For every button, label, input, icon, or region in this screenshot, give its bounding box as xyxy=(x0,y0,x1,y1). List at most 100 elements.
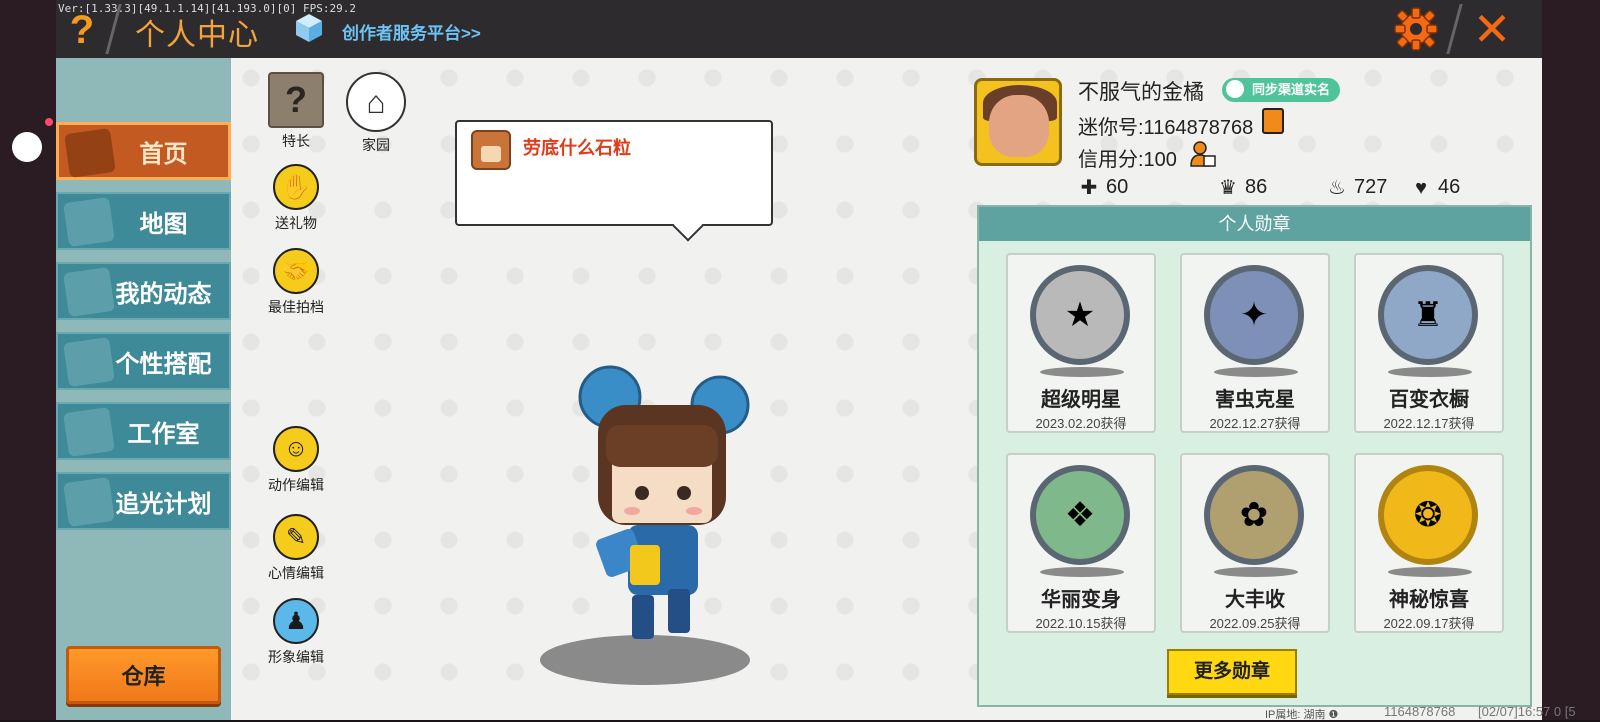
avatar-face xyxy=(989,95,1049,157)
credit-person-icon[interactable] xyxy=(1190,140,1216,168)
medal-panel: 个人勋章 ★ 超级明星 2023.02.20获得 ✦ 害虫克星 2022.12.… xyxy=(977,205,1532,707)
medal-name: 害虫克星 xyxy=(1215,389,1295,411)
sidebar-item-label: 追光计划 xyxy=(115,490,212,518)
image-edit-label: 形象编辑 xyxy=(268,649,324,665)
footer-user-id: 1164878768 xyxy=(1384,704,1456,719)
gift-icon: ✋ xyxy=(273,164,319,210)
sidebar-item-label: 工作室 xyxy=(127,420,200,448)
player-character[interactable] xyxy=(570,365,760,655)
medal-name: 华丽变身 xyxy=(1041,589,1121,611)
medal-date: 2023.02.20获得 xyxy=(1035,416,1127,431)
medal-date: 2022.09.17获得 xyxy=(1383,616,1475,631)
floating-assist-button[interactable] xyxy=(12,132,42,162)
close-icon[interactable]: ✕ xyxy=(1467,4,1517,54)
credit-score: 信用分:100 xyxy=(1078,149,1177,171)
harvest-medal-icon: ✿ xyxy=(1204,465,1304,565)
best-photo-button[interactable]: 🤝 最佳拍档 xyxy=(260,248,332,317)
sidebar-item-my-activity[interactable]: 我的动态 xyxy=(56,262,231,320)
profile-avatar[interactable] xyxy=(974,78,1062,166)
sidebar-item-map[interactable]: 地图 xyxy=(56,192,231,250)
action-edit-button[interactable]: ☺ 动作编辑 xyxy=(260,426,332,495)
medal-name: 大丰收 xyxy=(1225,589,1285,611)
question-icon: ? xyxy=(268,72,324,128)
mood-speech-bubble[interactable]: 劳底什么石粒 xyxy=(455,120,773,226)
sidebar-item-label: 个性搭配 xyxy=(115,350,212,378)
medal-pedestal xyxy=(1388,567,1472,577)
sidebar-item-light-plan[interactable]: 追光计划 xyxy=(56,472,231,530)
medal-name: 超级明星 xyxy=(1041,389,1121,411)
medal-card[interactable]: ♜ 百变衣橱 2022.12.17获得 xyxy=(1354,253,1504,433)
specialty-label: 特长 xyxy=(282,133,310,149)
stat-popularity: ♨ 727 xyxy=(1326,176,1387,199)
gear-icon[interactable] xyxy=(1393,6,1439,52)
nickname: 不服气的金橘 xyxy=(1078,81,1204,104)
sidebar: 首页 地图 我的动态 个性搭配 工作室 追光计划 仓库 xyxy=(56,58,231,720)
mystery-gift-medal-icon: ❂ xyxy=(1378,465,1478,565)
mood-edit-button[interactable]: ✎ 心情编辑 xyxy=(260,514,332,583)
send-gift-button[interactable]: ✋ 送礼物 xyxy=(264,164,328,233)
medal-card[interactable]: ✿ 大丰收 2022.09.25获得 xyxy=(1180,453,1330,633)
background-left-edge xyxy=(0,0,56,720)
transform-medal-icon: ❖ xyxy=(1030,465,1130,565)
medal-pedestal xyxy=(1388,367,1472,377)
stat-popularity-value: 727 xyxy=(1354,176,1388,198)
medal-date: 2022.09.25获得 xyxy=(1209,616,1301,631)
send-gift-label: 送礼物 xyxy=(275,215,317,231)
best-photo-label: 最佳拍档 xyxy=(268,299,324,315)
stat-friends: ✚ 60 xyxy=(1078,176,1129,199)
medal-card[interactable]: ❖ 华丽变身 2022.10.15获得 xyxy=(1006,453,1156,633)
warehouse-button[interactable]: 仓库 xyxy=(66,646,221,704)
mini-id: 迷你号:1164878768 xyxy=(1078,117,1254,139)
medal-pedestal xyxy=(1214,567,1298,577)
recording-indicator xyxy=(45,118,53,126)
sidebar-item-studio[interactable]: 工作室 xyxy=(56,402,231,460)
mood-text: 劳底什么石粒 xyxy=(523,138,631,158)
action-edit-label: 动作编辑 xyxy=(268,477,324,493)
fire-icon: ♨ xyxy=(1328,176,1346,199)
verify-badge[interactable]: 同步渠道实名 xyxy=(1222,78,1341,102)
home-icon: ⌂ xyxy=(346,72,406,132)
creator-platform-link[interactable]: 创作者服务平台>> xyxy=(342,19,481,44)
stat-fans: ♛ 86 xyxy=(1217,176,1267,199)
mood-avatar-icon xyxy=(471,130,511,170)
medal-name: 神秘惊喜 xyxy=(1389,589,1469,611)
specialty-button[interactable]: ? 特长 xyxy=(265,72,327,151)
stat-likes-value: 46 xyxy=(1438,176,1461,198)
footer-time: [02/07]16:57 0 [5 xyxy=(1478,704,1576,719)
medal-date: 2022.12.27获得 xyxy=(1209,416,1301,431)
sidebar-item-label: 我的动态 xyxy=(115,280,212,308)
heart-icon: ♥ xyxy=(1415,176,1427,199)
medal-date: 2022.10.15获得 xyxy=(1035,616,1127,631)
copy-icon[interactable] xyxy=(1262,108,1284,134)
sidebar-item-label: 地图 xyxy=(139,210,188,238)
more-medals-button[interactable]: 更多勋章 xyxy=(1167,649,1297,695)
fans-icon: ♛ xyxy=(1219,176,1237,199)
medal-card[interactable]: ★ 超级明星 2023.02.20获得 xyxy=(1006,253,1156,433)
medal-card[interactable]: ❂ 神秘惊喜 2022.09.17获得 xyxy=(1354,453,1504,633)
medal-date: 2022.12.17获得 xyxy=(1383,416,1475,431)
handshake-icon: 🤝 xyxy=(273,248,319,294)
creator-cube-icon[interactable] xyxy=(294,12,324,44)
homeland-button[interactable]: ⌂ 家园 xyxy=(344,72,408,155)
action-figure-icon: ☺ xyxy=(273,426,319,472)
sidebar-item-home[interactable]: 首页 xyxy=(56,122,231,180)
stat-fans-value: 86 xyxy=(1245,176,1268,198)
medal-pedestal xyxy=(1214,367,1298,377)
stat-friends-value: 60 xyxy=(1106,176,1129,198)
mood-edit-label: 心情编辑 xyxy=(268,565,324,581)
outfit-icon: ♟ xyxy=(273,598,319,644)
medal-card[interactable]: ✦ 害虫克星 2022.12.27获得 xyxy=(1180,253,1330,433)
wardrobe-medal-icon: ♜ xyxy=(1378,265,1478,365)
homeland-label: 家园 xyxy=(362,137,390,153)
sidebar-item-outfit[interactable]: 个性搭配 xyxy=(56,332,231,390)
sidebar-item-label: 首页 xyxy=(139,140,188,168)
add-friend-icon: ✚ xyxy=(1080,176,1098,199)
medal-pedestal xyxy=(1040,567,1124,577)
bug-buster-medal-icon: ✦ xyxy=(1204,265,1304,365)
medal-pedestal xyxy=(1040,367,1124,377)
medal-panel-title: 个人勋章 xyxy=(979,207,1530,241)
pencil-icon: ✎ xyxy=(273,514,319,560)
image-edit-button[interactable]: ♟ 形象编辑 xyxy=(260,598,332,667)
medal-name: 百变衣橱 xyxy=(1389,389,1469,411)
help-icon[interactable]: ? xyxy=(62,8,102,52)
